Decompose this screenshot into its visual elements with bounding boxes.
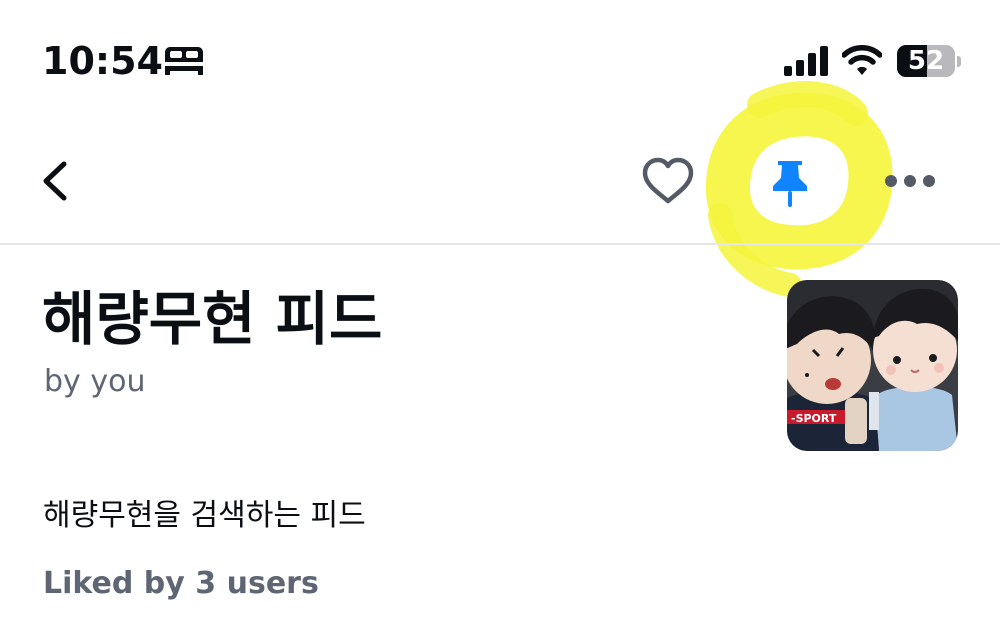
more-options-button[interactable] — [884, 166, 936, 196]
pin-icon — [773, 161, 807, 207]
bed-icon — [163, 47, 205, 75]
pin-feed-button[interactable] — [766, 156, 814, 212]
svg-text:-SPORT: -SPORT — [791, 412, 837, 425]
more-icon — [885, 175, 935, 187]
heart-icon — [642, 157, 694, 204]
status-time: 10:54 — [42, 39, 163, 83]
header-divider — [0, 243, 1000, 245]
feed-description: 해량무현을 검색하는 피드 — [43, 498, 366, 533]
feed-title: 해량무현 피드 — [42, 285, 383, 353]
back-chevron-icon — [43, 161, 67, 201]
like-button[interactable] — [640, 156, 696, 206]
cellular-signal-icon — [784, 46, 828, 76]
feed-byline: by you — [44, 364, 146, 399]
feed-avatar: -SPORT — [787, 280, 958, 451]
feed-detail-screen: 10:54 52 해량무현 피드 by you -SPORT 해량무현을 검색하… — [0, 0, 1000, 631]
battery-body: 52 — [897, 45, 955, 77]
wifi-icon — [842, 45, 882, 75]
battery-level: 52 — [907, 46, 945, 76]
back-button[interactable] — [36, 158, 76, 204]
feed-likes-link[interactable]: Liked by 3 users — [43, 564, 319, 604]
battery-icon: 52 — [897, 45, 961, 77]
battery-cap — [957, 56, 961, 67]
